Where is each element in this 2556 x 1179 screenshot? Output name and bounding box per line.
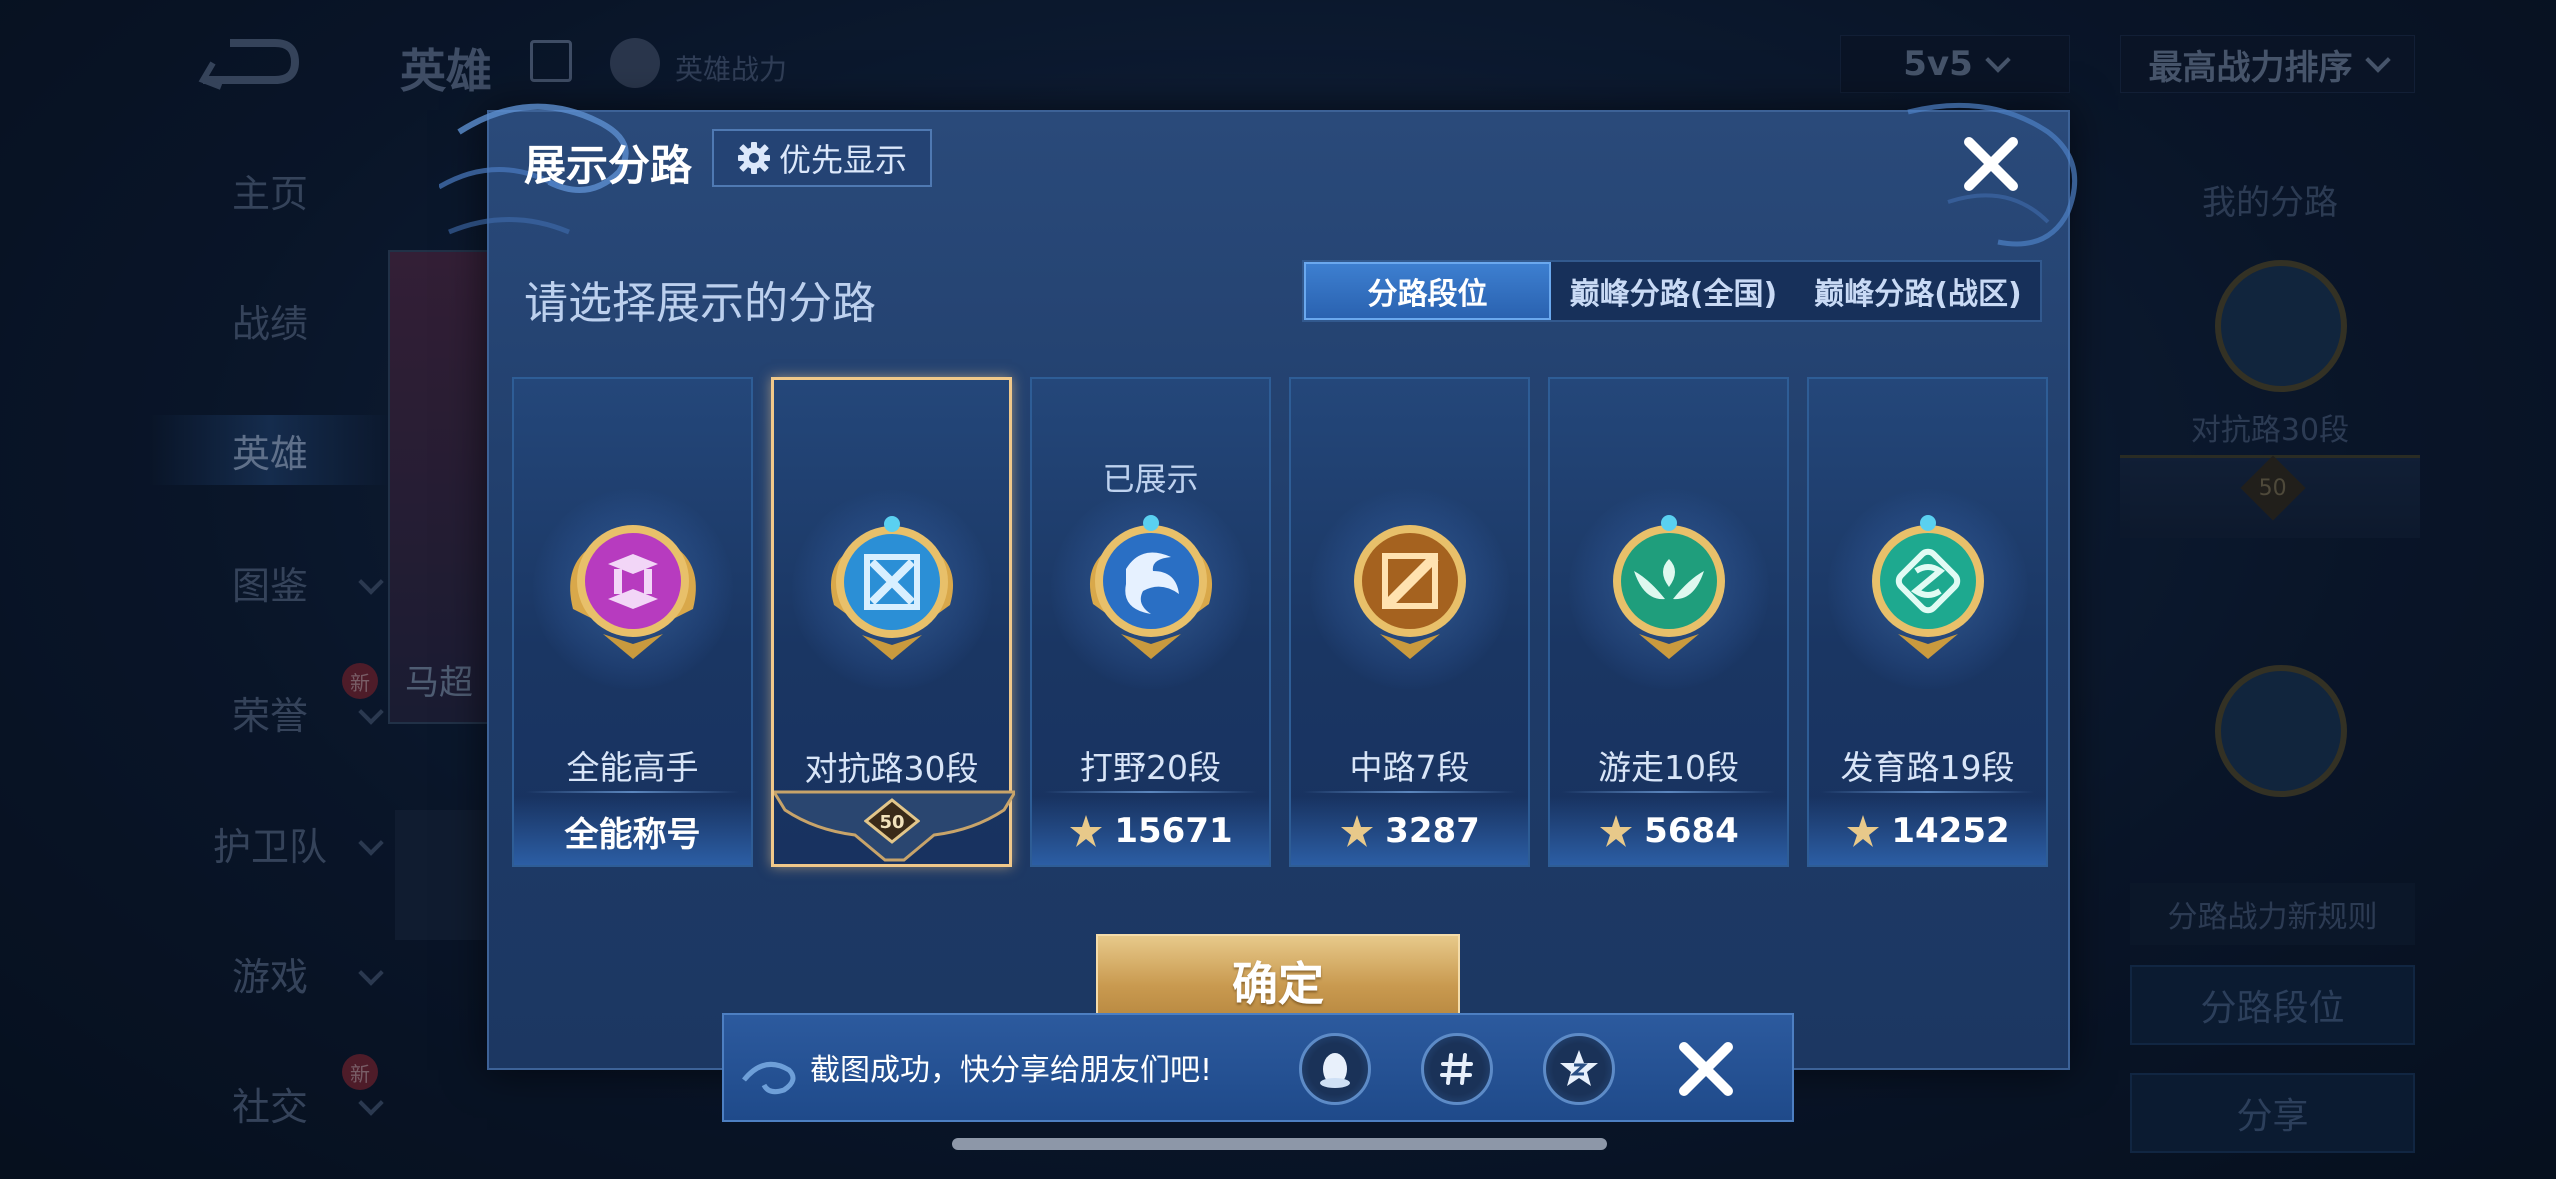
lane-name: 打野20段 (1080, 748, 1221, 787)
lane-card-jungle[interactable]: 已展示 打野20段 15671 (1030, 377, 1271, 867)
lane-power-value: 15671 (1114, 811, 1233, 851)
close-icon[interactable] (1959, 132, 2023, 196)
svg-text:50: 50 (879, 812, 904, 833)
lane-name: 发育路19段 (1840, 748, 2015, 787)
lane-tabs: 分路段位 巅峰分路(全国) 巅峰分路(战区) (1302, 260, 2042, 322)
lane-footer: 14252 (1809, 797, 2046, 865)
home-indicator[interactable] (952, 1138, 1607, 1150)
lane-power-value: 5684 (1644, 811, 1739, 851)
divider (1303, 791, 1516, 793)
moments-icon[interactable] (1421, 1033, 1493, 1105)
tab-lane-rank[interactable]: 分路段位 (1304, 262, 1551, 320)
all-round-title: 全能称号 (564, 814, 701, 855)
tab-peak-region[interactable]: 巅峰分路(战区) (1796, 262, 2040, 320)
lane-name: 中路7段 (1349, 748, 1470, 787)
hashtag-icon (1440, 1053, 1473, 1085)
jungle-emblem-icon (1089, 515, 1212, 659)
divider (1044, 791, 1257, 793)
qq-penguin-icon (1320, 1053, 1350, 1088)
power-icon (1070, 815, 1103, 847)
tab-peak-national[interactable]: 巅峰分路(全国) (1551, 262, 1796, 320)
lane-power-value: 14252 (1891, 811, 2010, 851)
lane-name: 对抗路30段 (804, 749, 979, 788)
lane-card-farm[interactable]: 发育路19段 14252 (1807, 377, 2048, 867)
lane-power-value: 3287 (1385, 811, 1480, 851)
qq-icon[interactable] (1299, 1033, 1371, 1105)
priority-display-label: 优先显示 (778, 141, 907, 179)
power-icon (1600, 815, 1633, 847)
lane-footer: 15671 (1032, 797, 1269, 865)
roam-emblem-icon (1612, 515, 1725, 659)
cloud-ornament-icon (742, 1061, 796, 1095)
lane-card-mid[interactable]: 中路7段 3287 (1289, 377, 1530, 867)
lane-footer: 3287 (1291, 797, 1528, 865)
level-badge: 50 (863, 798, 920, 844)
clash-lane-emblem-icon (830, 516, 953, 660)
lane-name: 游走10段 (1598, 748, 1739, 787)
star-icon (1560, 1050, 1598, 1086)
divider (526, 791, 739, 793)
all-round-emblem-icon (569, 525, 696, 659)
toast-message: 截图成功，快分享给朋友们吧! (810, 1053, 1213, 1088)
gear-icon (737, 142, 770, 174)
power-icon (1847, 815, 1880, 847)
priority-display-button[interactable]: 优先显示 (712, 129, 932, 187)
display-lane-dialog: 展示分路 优先显示 请选择展示的分路 分路段位 巅峰分路(全国) 巅峰分路(战区… (439, 102, 2078, 1070)
divider (1562, 791, 1775, 793)
lane-card-roam[interactable]: 游走10段 5684 (1548, 377, 1789, 867)
close-icon[interactable] (1674, 1037, 1738, 1101)
lane-card-clash[interactable]: 对抗路30段 50 (771, 377, 1015, 867)
lane-card-all-round[interactable]: 全能高手 全能称号 (512, 377, 753, 867)
qzone-icon[interactable] (1543, 1033, 1615, 1105)
screenshot-share-toast: 截图成功，快分享给朋友们吧! (722, 1013, 1794, 1122)
power-icon (1341, 815, 1374, 847)
divider (1821, 791, 2034, 793)
lane-footer: 5684 (1550, 797, 1787, 865)
lane-footer: 全能称号 (514, 797, 751, 865)
farm-lane-emblem-icon (1871, 515, 1984, 659)
lane-name: 全能高手 (566, 748, 699, 787)
dialog-title: 展示分路 (524, 141, 693, 190)
mid-lane-emblem-icon (1353, 525, 1466, 659)
dialog-subtitle: 请选择展示的分路 (524, 278, 876, 329)
